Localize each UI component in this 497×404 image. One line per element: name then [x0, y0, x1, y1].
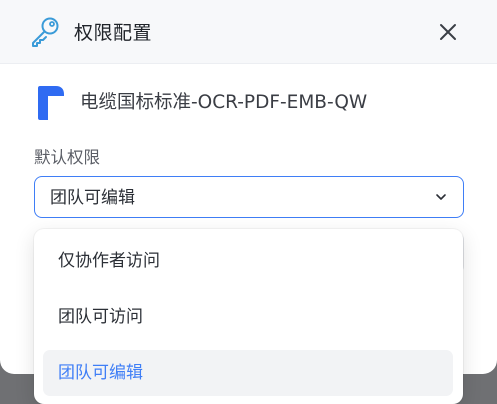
option-team-view[interactable]: 团队可访问 — [43, 294, 453, 340]
document-logo-icon — [38, 86, 64, 120]
default-permission-label: 默认权限 — [34, 148, 100, 167]
select-value: 团队可编辑 — [50, 188, 135, 208]
option-label: 仅协作者访问 — [58, 251, 160, 271]
close-icon[interactable] — [434, 18, 462, 46]
option-collaborators-only[interactable]: 仅协作者访问 — [43, 238, 453, 284]
default-permission-select[interactable]: 团队可编辑 — [34, 176, 464, 218]
option-label: 团队可编辑 — [58, 363, 143, 383]
dialog-header: 权限配置 — [0, 0, 497, 64]
option-team-edit[interactable]: 团队可编辑 — [43, 350, 453, 396]
chevron-down-icon — [436, 194, 446, 200]
option-label: 团队可访问 — [58, 307, 143, 327]
file-name: 电缆国标标准-OCR-PDF-EMB-QW — [80, 92, 368, 113]
dialog-title: 权限配置 — [74, 22, 153, 44]
key-icon — [32, 17, 59, 47]
permission-dropdown: 仅协作者访问 团队可访问 团队可编辑 — [34, 229, 463, 404]
